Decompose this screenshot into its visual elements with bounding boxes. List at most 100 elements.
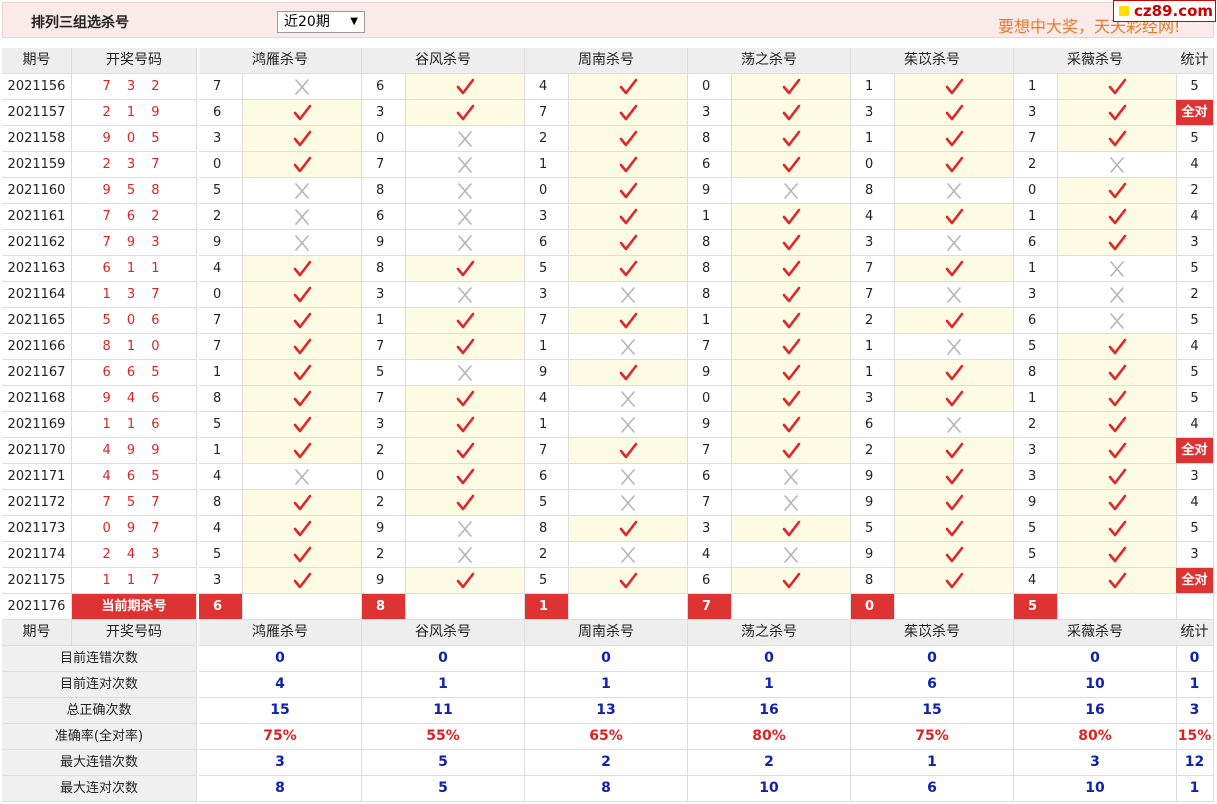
result-cell-correct: [1058, 204, 1177, 230]
check-icon: [944, 442, 964, 458]
check-icon: [781, 312, 801, 328]
kill-number-cell: 2: [1014, 412, 1058, 438]
cross-icon: [781, 494, 801, 511]
kill-number-cell: 7: [362, 386, 406, 412]
check-icon: [944, 494, 964, 510]
stat-count-cell: 2: [1176, 282, 1214, 308]
cross-icon: [618, 494, 638, 511]
table-row: 2021170 4 9 9 1 2 7 7 2 3 全对: [2, 438, 1214, 464]
cross-icon: [455, 208, 475, 225]
result-cell-correct: [895, 386, 1014, 412]
cross-icon: [944, 416, 964, 433]
result-cell-correct: [732, 204, 851, 230]
stat-all-correct-badge: 全对: [1176, 568, 1214, 594]
kill-number-cell: 8: [199, 490, 243, 516]
check-icon: [455, 416, 475, 432]
col-header-expert: 鸿雁杀号: [199, 48, 362, 74]
kill-number-cell: 3: [851, 100, 895, 126]
table-row: 2021168 9 4 68 7 4 0 3 1 5: [2, 386, 1214, 412]
kill-number-cell: 0: [199, 282, 243, 308]
cross-icon: [292, 78, 312, 95]
site-logo[interactable]: cz89.com: [1113, 0, 1216, 22]
result-cell-correct: [895, 568, 1014, 594]
kill-number-cell: 1: [525, 412, 569, 438]
stat-count-cell: 5: [1176, 308, 1214, 334]
kill-number-cell: 9: [525, 360, 569, 386]
cross-icon: [292, 208, 312, 225]
kill-number-cell: 0: [688, 386, 732, 412]
result-cell-correct: [895, 74, 1014, 100]
stats-label: 最大连错次数: [2, 750, 197, 776]
check-icon: [944, 156, 964, 172]
period-cell: 2021174: [2, 542, 72, 568]
check-icon: [618, 182, 638, 198]
stats-label: 总正确次数: [2, 698, 197, 724]
result-cell-wrong: [1058, 152, 1177, 178]
kill-number-cell: 8: [688, 256, 732, 282]
check-icon: [455, 338, 475, 354]
kill-number-cell: 0: [851, 152, 895, 178]
check-icon: [618, 312, 638, 328]
stats-value: 80%: [1014, 724, 1177, 750]
logo-square-icon: [1119, 6, 1129, 16]
stat-count-cell: 4: [1176, 152, 1214, 178]
check-icon: [944, 364, 964, 380]
kill-number-cell: 9: [851, 464, 895, 490]
period-cell: 2021167: [2, 360, 72, 386]
kill-number-cell: 6: [362, 74, 406, 100]
check-icon: [944, 520, 964, 536]
draw-number-cell: 9 0 5: [72, 126, 197, 152]
stats-row: 目前连对次数 4 1 1 1 6 10 1: [2, 672, 1214, 698]
kill-number-cell: 2: [199, 204, 243, 230]
check-icon: [1107, 572, 1127, 588]
result-cell-correct: [1058, 126, 1177, 152]
stats-value: 0: [851, 646, 1014, 672]
table-row: 2021162 7 9 39968363: [2, 230, 1214, 256]
kill-number-cell: 4: [851, 204, 895, 230]
col-header-expert: 茱苡杀号: [851, 48, 1014, 74]
result-cell-correct: [732, 308, 851, 334]
result-cell-correct: [243, 360, 362, 386]
period-select-value: 近20期: [284, 14, 330, 30]
col-header-expert: 谷风杀号: [362, 48, 525, 74]
kill-number-cell: 3: [199, 126, 243, 152]
draw-number-cell: 7 5 7: [72, 490, 197, 516]
result-cell-correct: [569, 256, 688, 282]
result-cell-correct: [243, 542, 362, 568]
check-icon: [781, 208, 801, 224]
result-cell-correct: [732, 386, 851, 412]
check-icon: [292, 416, 312, 432]
period-cell: 2021158: [2, 126, 72, 152]
kill-number-cell: 3: [688, 516, 732, 542]
kill-number-cell: 6: [525, 464, 569, 490]
stats-value: 10: [1014, 776, 1177, 802]
stats-value: 13: [525, 698, 688, 724]
stats-value: 3: [199, 750, 362, 776]
stats-value: 10: [688, 776, 851, 802]
result-cell-correct: [1058, 516, 1177, 542]
result-cell-wrong: [243, 74, 362, 100]
check-icon: [781, 104, 801, 120]
draw-number-cell: 7 6 2: [72, 204, 197, 230]
cross-icon: [944, 286, 964, 303]
check-icon: [455, 260, 475, 276]
period-select[interactable]: 近20期 ▼: [277, 11, 365, 33]
stats-total: 3: [1176, 698, 1214, 724]
cross-icon: [455, 156, 475, 173]
check-icon: [781, 442, 801, 458]
result-cell-correct: [569, 360, 688, 386]
kill-number-cell: 6: [1014, 308, 1058, 334]
result-cell-correct: [732, 568, 851, 594]
result-cell-wrong: [243, 464, 362, 490]
top-bar: 排列三组选杀号 近20期 ▼ 要想中大奖，天天彩经网!: [2, 2, 1214, 38]
check-icon: [1107, 416, 1127, 432]
kill-number-cell: 2: [362, 542, 406, 568]
kill-number-cell: 1: [199, 438, 243, 464]
result-cell-correct: [732, 230, 851, 256]
stat-all-correct-badge: 全对: [1176, 100, 1214, 126]
draw-number-cell: 2 4 3: [72, 542, 197, 568]
cross-icon: [1107, 260, 1127, 277]
kill-number-cell: 2: [525, 126, 569, 152]
result-cell-wrong: [1058, 282, 1177, 308]
current-kill-empty: [895, 594, 1014, 620]
